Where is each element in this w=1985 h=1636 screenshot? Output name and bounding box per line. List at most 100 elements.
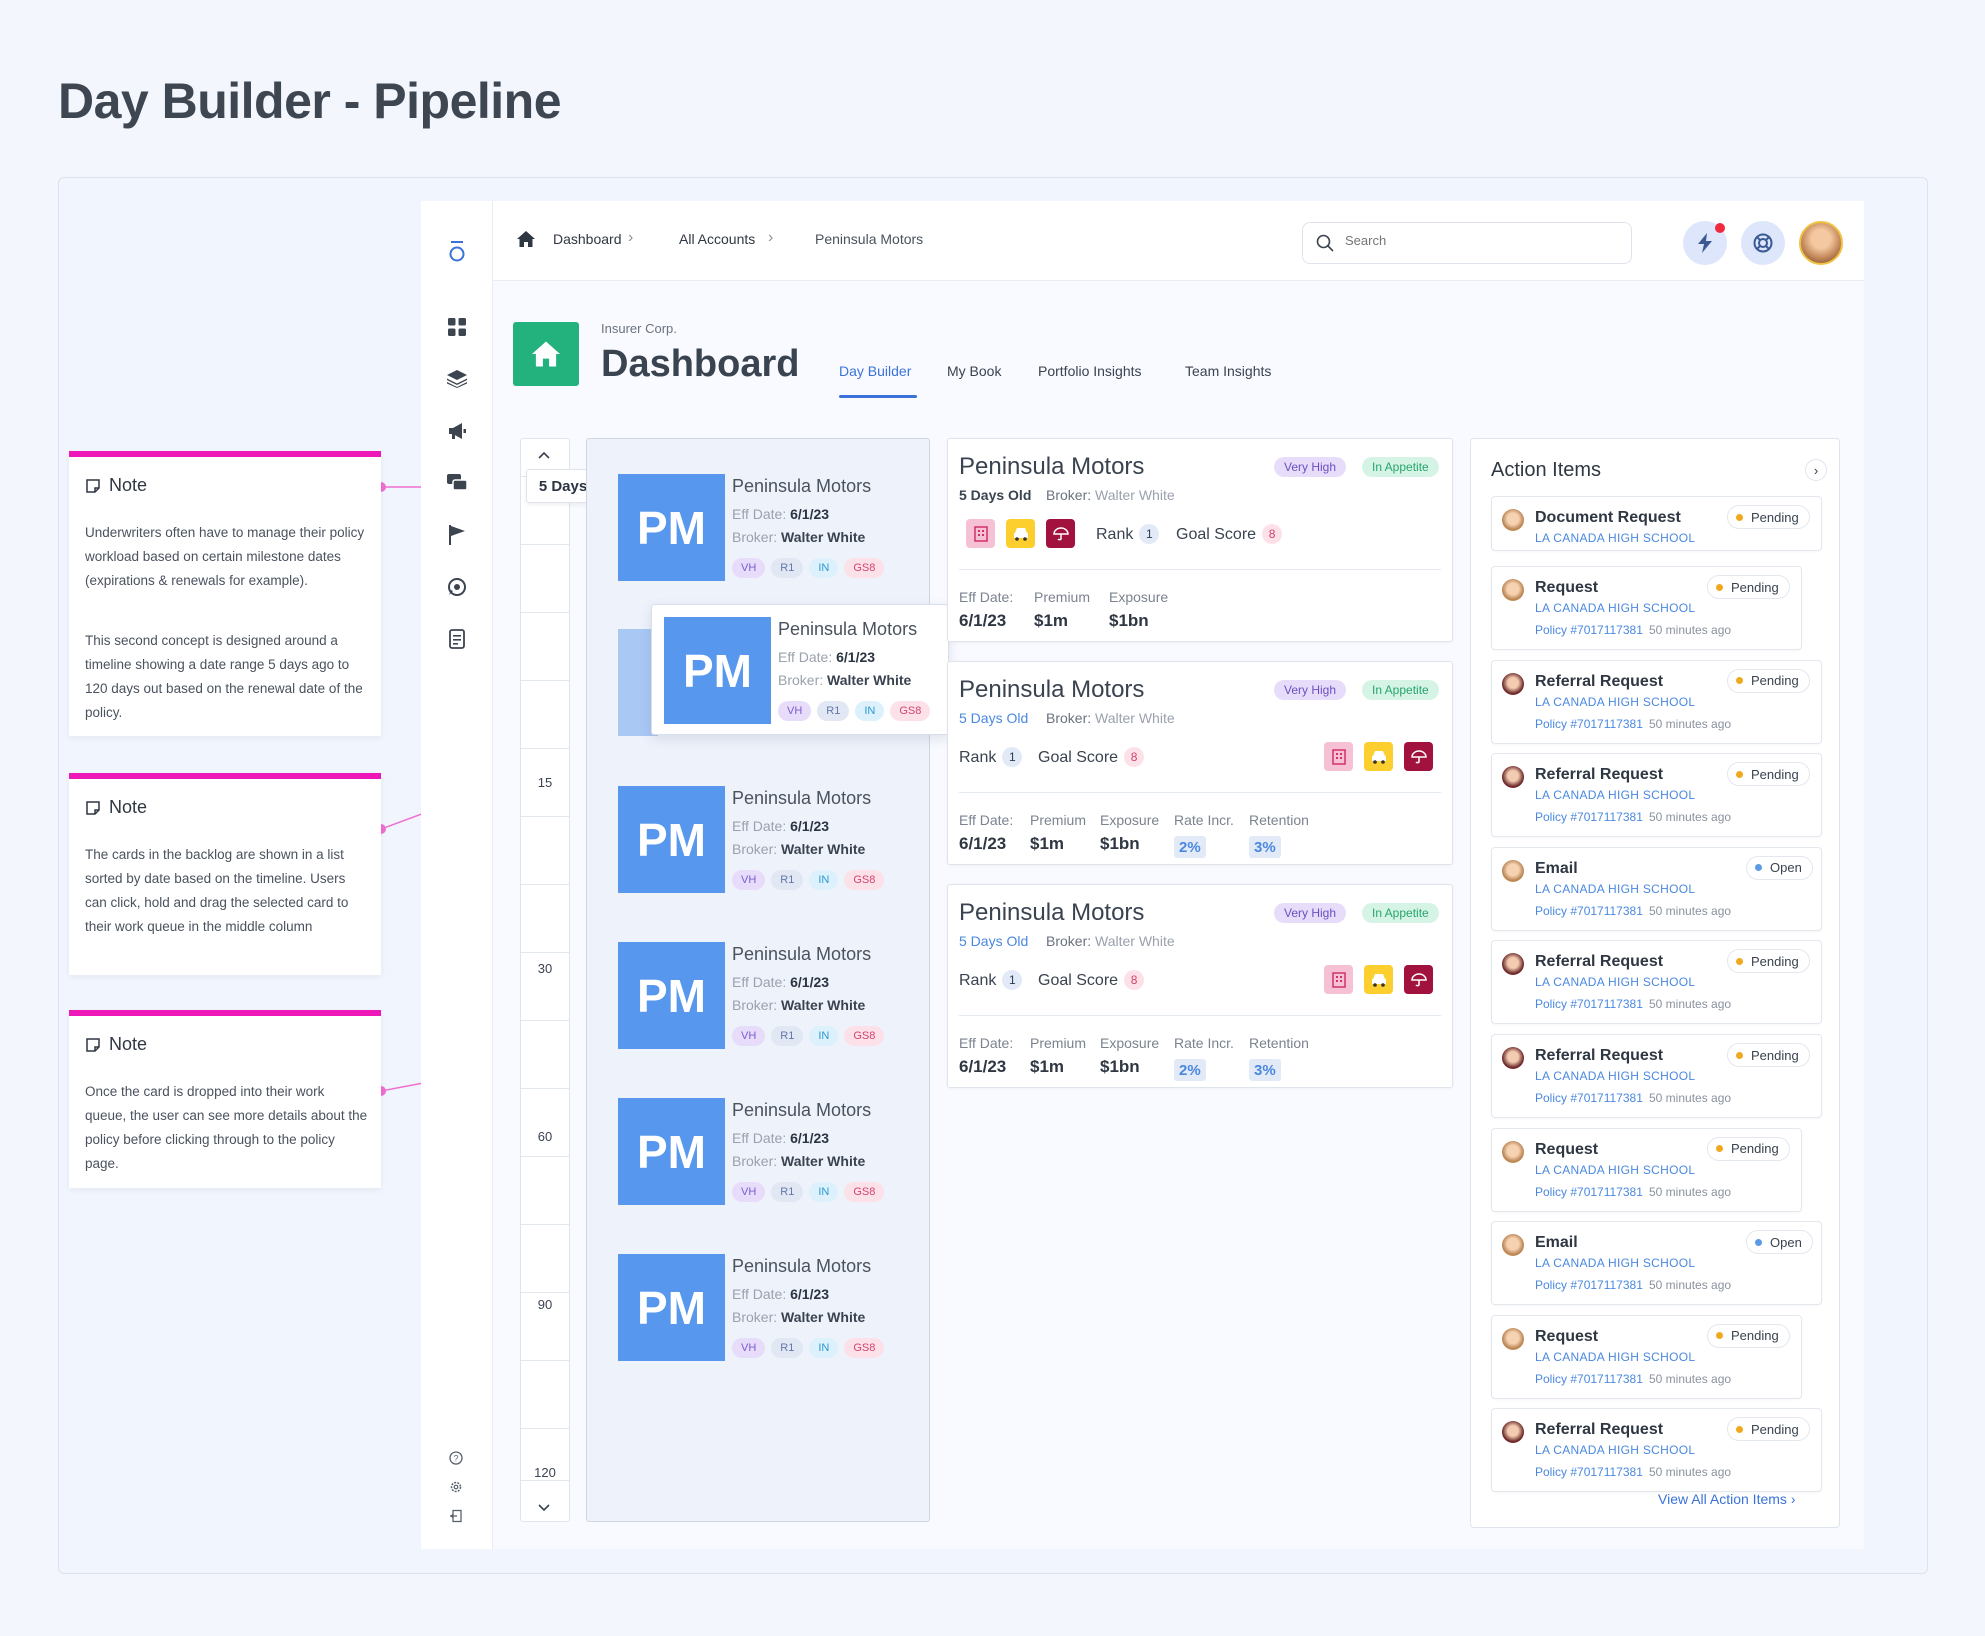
- avatar: [1502, 766, 1524, 789]
- tag-chip: GS8: [890, 701, 931, 721]
- policy-link[interactable]: Policy #7017117381: [1535, 904, 1643, 918]
- backlog-card[interactable]: PM Peninsula Motors Eff Date: 6/1/23 Bro…: [618, 786, 918, 896]
- action-item[interactable]: Request Pending LA CANADA HIGH SCHOOL Polic…: [1491, 1314, 1802, 1399]
- account-name: LA CANADA HIGH SCHOOL: [1535, 788, 1696, 803]
- tag-chip: IN: [809, 558, 839, 578]
- tab-portfolio-insights[interactable]: Portfolio Insights: [1038, 363, 1142, 379]
- action-item[interactable]: Referral Request Pending LA CANADA HIGH SC…: [1491, 1408, 1822, 1493]
- policy-link[interactable]: Policy #7017117381: [1535, 810, 1643, 824]
- breadcrumb-dashboard[interactable]: Dashboard: [553, 231, 622, 247]
- document-icon[interactable]: [439, 621, 475, 657]
- policy-link[interactable]: Policy #7017117381: [1535, 717, 1643, 731]
- action-item[interactable]: Document Request Pending LA CANADA HIGH SC…: [1491, 496, 1822, 551]
- flag-icon[interactable]: [439, 517, 475, 553]
- rank-label: Rank: [959, 749, 997, 766]
- help-icon[interactable]: ?: [445, 1447, 467, 1469]
- view-all-action-items-link[interactable]: View All Action Items ›: [1658, 1491, 1795, 1507]
- policy-link[interactable]: Policy #7017117381: [1535, 1091, 1643, 1105]
- work-queue-card[interactable]: Peninsula Motors Very High In Appetite 5…: [947, 884, 1453, 1088]
- layers-icon[interactable]: [439, 361, 475, 397]
- dragged-backlog-card[interactable]: PM Peninsula Motors Eff Date: 6/1/23 Bro…: [651, 604, 949, 735]
- avatar: [1502, 953, 1524, 976]
- status-badge: Pending: [1727, 668, 1810, 693]
- chat-icon[interactable]: [439, 465, 475, 501]
- avatar: [1502, 1047, 1524, 1069]
- backlog-column: PM Peninsula Motors Eff Date: 6/1/23 Bro…: [586, 438, 930, 1522]
- logout-icon[interactable]: [445, 1505, 467, 1527]
- action-item[interactable]: Referral Request Pending LA CANADA HIGH SC…: [1491, 659, 1822, 744]
- timeline[interactable]: 15 30 60 90 120: [520, 438, 570, 1522]
- tag-chip: IN: [809, 1182, 839, 1202]
- eff-date: 6/1/23: [790, 1130, 830, 1146]
- tag-chip: R1: [771, 1182, 804, 1202]
- action-item[interactable]: Request Pending LA CANADA HIGH SCHOOL Polic…: [1491, 1127, 1802, 1212]
- umbrella-icon: [1404, 965, 1433, 994]
- app-window: ? Dashboard › All Accounts › Peninsula M…: [421, 201, 1864, 1549]
- policy-link[interactable]: Policy #7017117381: [1535, 997, 1643, 1011]
- support-button[interactable]: [1741, 221, 1785, 265]
- action-item[interactable]: Referral Request Pending LA CANADA HIGH SC…: [1491, 940, 1822, 1025]
- grid-icon[interactable]: [439, 309, 475, 345]
- eff-date: 6/1/23: [836, 649, 876, 665]
- backlog-card[interactable]: PM Peninsula Motors Eff Date: 6/1/23 Bro…: [618, 942, 918, 1052]
- chevron-up-icon[interactable]: [537, 447, 551, 465]
- work-queue-card[interactable]: Peninsula Motors Very High In Appetite 5…: [947, 438, 1453, 642]
- search-input[interactable]: [1345, 233, 1615, 248]
- status-dot: [1755, 864, 1762, 872]
- search-box[interactable]: [1302, 222, 1632, 264]
- status-badge: Pending: [1707, 1323, 1790, 1348]
- timestamp: 50 minutes ago: [1649, 1371, 1732, 1386]
- status-dot: [1755, 1238, 1762, 1246]
- megaphone-icon[interactable]: [439, 413, 475, 449]
- status-badge: Pending: [1707, 1136, 1790, 1161]
- status-badge: Pending: [1727, 762, 1810, 787]
- account-name: LA CANADA HIGH SCHOOL: [1535, 881, 1696, 896]
- work-queue-card[interactable]: Peninsula Motors Very High In Appetite 5…: [947, 661, 1453, 865]
- policy-link[interactable]: Policy #7017117381: [1535, 1465, 1643, 1479]
- policy-link[interactable]: Policy #7017117381: [1535, 623, 1643, 637]
- settings-gear-icon[interactable]: [445, 1476, 467, 1498]
- policy-link[interactable]: Policy #7017117381: [1535, 1185, 1643, 1199]
- policy-link[interactable]: Policy #7017117381: [1535, 1372, 1643, 1386]
- eff-date: 6/1/23: [790, 974, 830, 990]
- active-tab-indicator: [839, 395, 917, 398]
- home-icon[interactable]: [517, 231, 535, 252]
- status-badge: Pending: [1707, 575, 1790, 599]
- status-dot: [1736, 1425, 1743, 1433]
- backlog-card[interactable]: PM Peninsula Motors Eff Date: 6/1/23 Bro…: [618, 1098, 918, 1208]
- account-age: 5 Days Old: [959, 710, 1029, 726]
- action-item[interactable]: Request Pending LA CANADA HIGH SCHOOL Polic…: [1491, 566, 1802, 650]
- status-dot: [1736, 513, 1743, 521]
- tab-my-book[interactable]: My Book: [947, 363, 1001, 379]
- account-name: Peninsula Motors: [732, 476, 872, 496]
- breadcrumb-all-accounts[interactable]: All Accounts: [679, 231, 755, 247]
- tab-team-insights[interactable]: Team Insights: [1185, 363, 1271, 379]
- avatar: [1502, 1140, 1524, 1163]
- activity-button[interactable]: [1683, 221, 1727, 265]
- eff-date: 6/1/23: [959, 834, 1007, 853]
- chevron-right-icon[interactable]: ›: [1805, 459, 1827, 481]
- chevron-right-icon: ›: [628, 229, 634, 246]
- tag-chip: R1: [771, 558, 804, 578]
- logo-icon[interactable]: [439, 233, 475, 269]
- lightning-icon: [1698, 233, 1712, 253]
- policy-link[interactable]: Policy #7017117381: [1535, 1278, 1643, 1292]
- backlog-card[interactable]: PM Peninsula Motors Eff Date: 6/1/23 Bro…: [618, 1254, 918, 1364]
- support-chat-icon[interactable]: [439, 569, 475, 605]
- action-item[interactable]: Referral Request Pending LA CANADA HIGH SC…: [1491, 1034, 1822, 1118]
- avatar: [1502, 579, 1524, 601]
- tab-day-builder[interactable]: Day Builder: [839, 363, 911, 379]
- eff-date: 6/1/23: [959, 611, 1007, 630]
- goal-score-label: Goal Score: [1176, 526, 1257, 543]
- exposure-value: $1bn: [1100, 1057, 1140, 1076]
- user-avatar[interactable]: [1799, 221, 1843, 265]
- account-name: Peninsula Motors: [959, 453, 1145, 480]
- action-item[interactable]: Referral Request Pending LA CANADA HIGH SC…: [1491, 753, 1822, 838]
- backlog-card[interactable]: PM Peninsula Motors Eff Date: 6/1/23 Bro…: [618, 474, 918, 584]
- appetite-badge: In Appetite: [1362, 457, 1439, 477]
- action-item[interactable]: Email Open LA CANADA HIGH SCHOOL Policy #70…: [1491, 846, 1822, 931]
- timestamp: 50 minutes ago: [1649, 903, 1732, 918]
- chevron-down-icon[interactable]: [537, 1500, 551, 1518]
- timestamp: 50 minutes ago: [1649, 1465, 1732, 1480]
- action-item[interactable]: Email Open LA CANADA HIGH SCHOOL Policy #70…: [1491, 1221, 1822, 1306]
